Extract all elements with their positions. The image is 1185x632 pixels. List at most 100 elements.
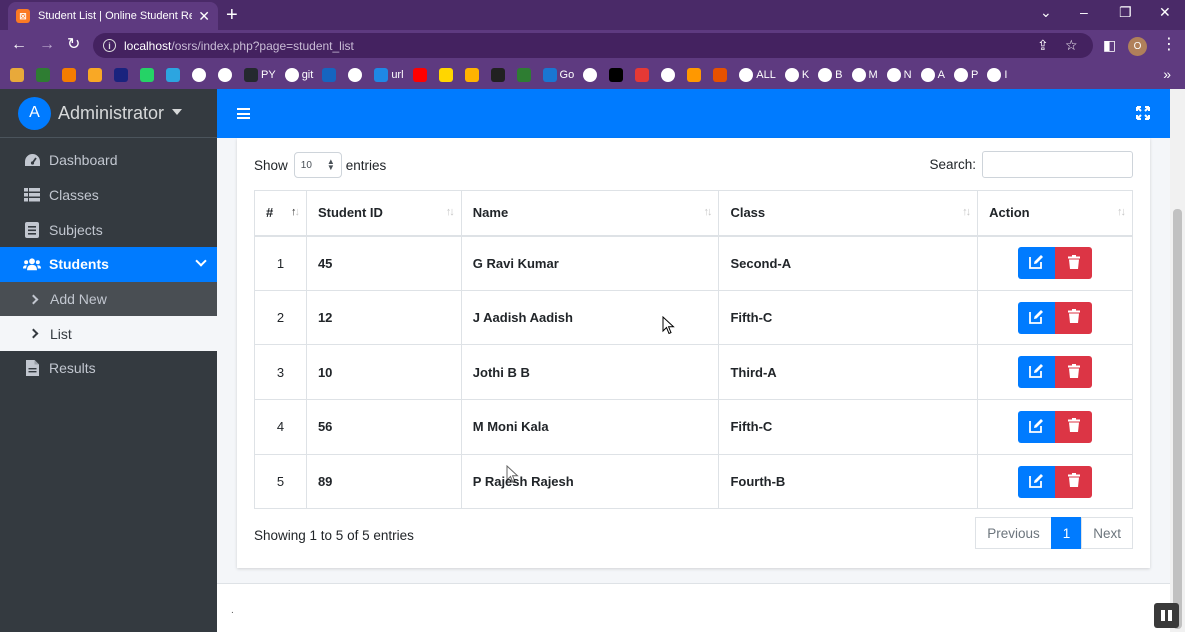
bookmark-item[interactable]: git	[284, 68, 313, 82]
side-panel-icon[interactable]: ◧	[1103, 36, 1116, 54]
delete-button[interactable]	[1055, 465, 1093, 498]
search-input[interactable]	[982, 151, 1133, 178]
sidebar-item-classes[interactable]: Classes	[0, 178, 217, 213]
bookmark-item[interactable]	[218, 68, 235, 82]
bookmark-label: Go	[559, 69, 575, 81]
bookmark-item[interactable]: Go	[542, 68, 575, 82]
pause-icon[interactable]	[1154, 603, 1179, 628]
profile-avatar[interactable]: O	[1128, 37, 1147, 56]
page-scrollbar[interactable]	[1170, 89, 1185, 632]
sidebar-item-students[interactable]: Students	[0, 247, 217, 282]
entries-select[interactable]: 10 ▲ ▼	[293, 152, 342, 178]
bookmark-item[interactable]	[583, 68, 600, 82]
hamburger-menu-icon[interactable]	[237, 108, 250, 119]
bookmark-item[interactable]	[192, 68, 209, 82]
bookmark-item[interactable]	[687, 68, 704, 82]
minimize-icon[interactable]: –	[1080, 4, 1088, 20]
bookmark-item[interactable]	[166, 68, 183, 82]
bookmark-item[interactable]	[322, 68, 339, 82]
close-window-icon[interactable]: ✕	[1159, 4, 1171, 21]
chevron-right-icon	[28, 328, 39, 339]
delete-button[interactable]	[1055, 410, 1093, 443]
new-tab-icon[interactable]: +	[226, 4, 238, 26]
bookmark-item[interactable]	[609, 68, 626, 82]
url-input[interactable]: i localhost/osrs/index.php?page=student_…	[93, 33, 1093, 58]
more-bookmarks-icon[interactable]: »	[1163, 66, 1171, 82]
close-tab-icon[interactable]: ✕	[198, 8, 210, 25]
delete-button[interactable]	[1055, 301, 1093, 334]
table-header-row: # ↑↓ Student ID ↑↓ Name ↑↓ Class ↑↓ Action ↑↓	[254, 190, 1133, 237]
bookmark-item[interactable]	[412, 68, 430, 82]
delete-button[interactable]	[1055, 247, 1093, 280]
bookmark-item[interactable]	[464, 68, 482, 82]
bookmark-item[interactable]	[661, 68, 678, 82]
bookmark-item[interactable]	[36, 68, 53, 82]
tab-title: Student List | Online Student Res	[38, 10, 193, 22]
bookmark-item[interactable]	[490, 68, 508, 82]
edit-button[interactable]	[1018, 356, 1056, 389]
share-icon[interactable]: ⇪	[1037, 37, 1049, 54]
bookmark-icon	[438, 68, 453, 82]
trash-icon	[1067, 418, 1080, 435]
sidebar-item-results[interactable]: Results	[0, 351, 217, 386]
bookmark-item[interactable]	[635, 68, 652, 82]
sidebar-item-subjects[interactable]: Subjects	[0, 212, 217, 247]
column-header-student-id[interactable]: Student ID ↑↓	[305, 190, 462, 237]
bookmark-item[interactable]: A	[920, 68, 945, 82]
scrollbar-thumb[interactable]	[1173, 209, 1182, 629]
bookmark-item[interactable]: M	[851, 68, 878, 82]
browser-tab[interactable]: ⊠ Student List | Online Student Res ✕	[8, 2, 218, 30]
forward-icon[interactable]: →	[39, 36, 55, 54]
column-header-name[interactable]: Name ↑↓	[460, 190, 720, 237]
bookmark-icon	[374, 68, 389, 82]
cell-name: G Ravi Kumar	[460, 235, 720, 291]
delete-button[interactable]	[1055, 356, 1093, 389]
bookmark-icon	[412, 68, 427, 82]
bookmark-icon	[166, 68, 180, 82]
restore-icon[interactable]: ❐	[1119, 4, 1132, 21]
bookmark-item[interactable]	[438, 68, 456, 82]
bookmark-item[interactable]: B	[818, 68, 843, 82]
file-icon	[23, 360, 41, 377]
bookmark-item[interactable]: K	[784, 68, 809, 82]
edit-button[interactable]	[1018, 465, 1056, 498]
menu-kebab-icon[interactable]: ⋮	[1161, 36, 1177, 54]
column-header-action[interactable]: Action ↑↓	[977, 190, 1133, 237]
sidebar-subitem-add-new[interactable]: Add New	[0, 281, 217, 317]
edit-button[interactable]	[1018, 410, 1056, 443]
bookmark-item[interactable]: PY	[244, 68, 276, 82]
edit-button[interactable]	[1018, 301, 1056, 334]
bookmark-item[interactable]	[516, 68, 534, 82]
bookmark-item[interactable]	[10, 68, 27, 82]
bookmark-item[interactable]	[62, 68, 79, 82]
edit-icon	[1029, 363, 1044, 381]
bookmark-item[interactable]	[114, 68, 131, 82]
bookmark-item[interactable]	[713, 68, 730, 82]
bookmark-item[interactable]: ALL	[739, 68, 776, 82]
bookmark-star-icon[interactable]: ☆	[1065, 37, 1078, 54]
bookmark-item[interactable]: url	[374, 68, 404, 82]
bookmark-item[interactable]: N	[886, 68, 912, 82]
column-header-number[interactable]: # ↑↓	[254, 190, 307, 237]
back-icon[interactable]: ←	[11, 36, 27, 54]
next-page-button[interactable]: Next	[1081, 517, 1133, 549]
sidebar-item-dashboard[interactable]: Dashboard	[0, 143, 217, 178]
bookmark-item[interactable]	[348, 68, 365, 82]
bookmark-item[interactable]: P	[953, 68, 978, 82]
bookmark-item[interactable]: I	[987, 68, 1007, 82]
mouse-cursor-icon	[662, 316, 675, 335]
site-info-icon[interactable]: i	[103, 39, 116, 52]
bookmark-item[interactable]	[140, 68, 157, 82]
edit-button[interactable]	[1018, 247, 1056, 280]
browser-tab-bar: ⊠ Student List | Online Student Res ✕ + …	[0, 0, 1185, 30]
fullscreen-icon[interactable]	[1136, 106, 1150, 124]
bookmark-item[interactable]	[88, 68, 105, 82]
column-header-class[interactable]: Class ↑↓	[718, 190, 979, 237]
sidebar-subitem-list[interactable]: List	[0, 316, 217, 352]
tab-search-icon[interactable]: ⌄	[1040, 4, 1052, 21]
reload-icon[interactable]: ↻	[67, 36, 80, 54]
page-1-button[interactable]: 1	[1050, 517, 1083, 549]
bookmark-icon	[784, 68, 799, 82]
previous-page-button[interactable]: Previous	[975, 517, 1052, 549]
user-menu[interactable]: A Administrator	[0, 89, 217, 138]
